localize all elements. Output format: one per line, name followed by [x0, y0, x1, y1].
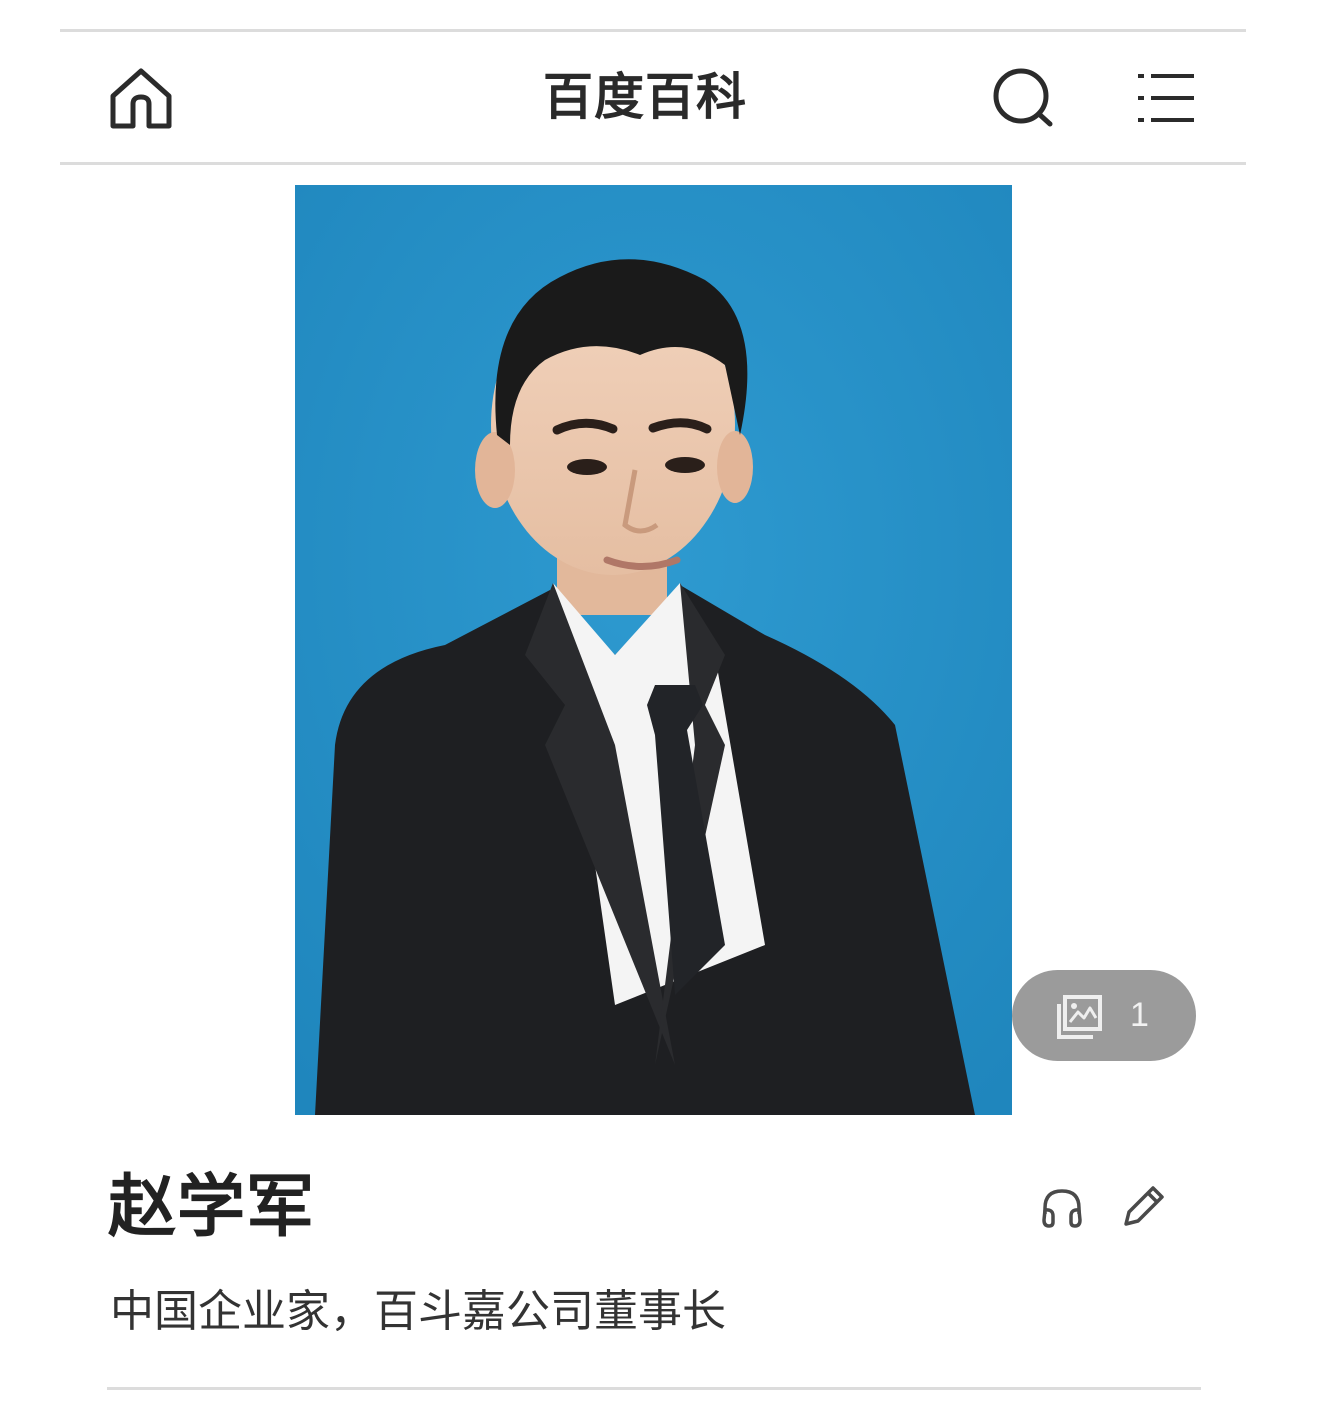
portrait-photo[interactable] — [295, 185, 1012, 1115]
search-icon[interactable] — [992, 68, 1056, 130]
home-icon[interactable] — [108, 66, 174, 130]
entry-description: 中国企业家，百斗嘉公司董事长 — [110, 1286, 726, 1337]
nav-divider — [60, 162, 1246, 165]
menu-icon[interactable] — [1137, 72, 1195, 124]
entry-title: 赵学军 — [108, 1168, 316, 1247]
top-divider — [60, 29, 1246, 32]
album-count: 1 — [1130, 996, 1149, 1034]
bottom-divider — [107, 1387, 1201, 1390]
site-title[interactable]: 百度百科 — [440, 62, 850, 132]
edit-pencil-icon[interactable] — [1120, 1184, 1166, 1230]
image-gallery-icon — [1057, 995, 1102, 1039]
photo-album-button[interactable]: 1 — [1012, 970, 1196, 1061]
headphones-icon[interactable] — [1040, 1186, 1084, 1228]
